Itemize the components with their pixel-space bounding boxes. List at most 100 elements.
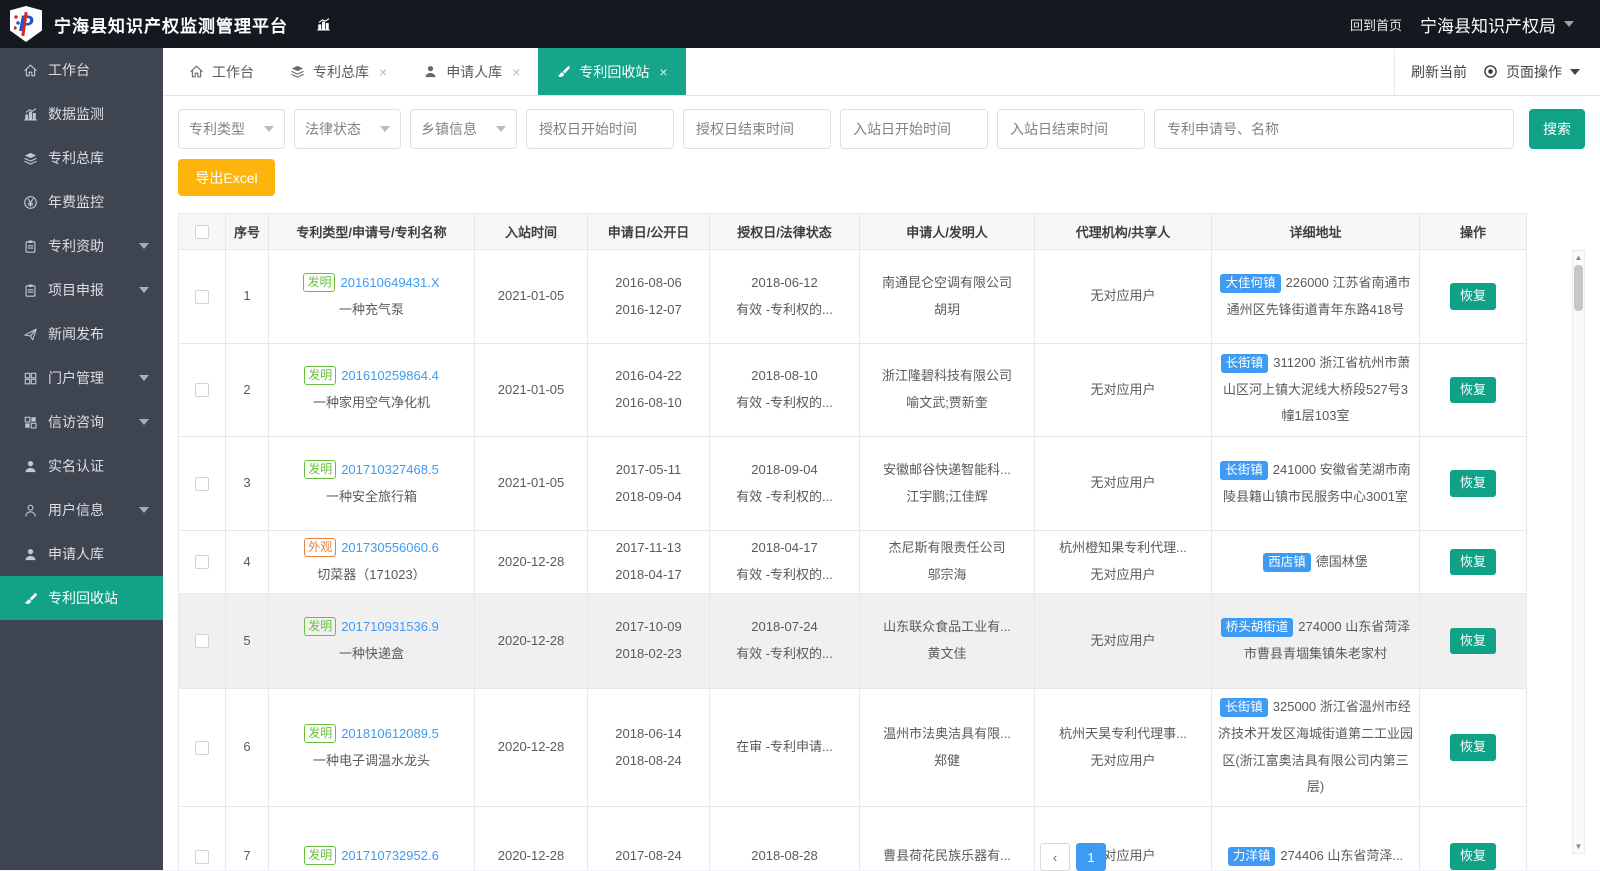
town-badge: 长街镇 [1220,460,1268,480]
row-checkbox[interactable] [195,476,209,491]
sidebar-item-申请人库[interactable]: 申请人库 [0,532,163,576]
restore-button[interactable]: 恢复 [1449,376,1496,404]
select-placeholder: 乡镇信息 [421,121,477,137]
refresh-current-button[interactable]: 刷新当前 [1411,62,1467,82]
town-badge: 力洋镇 [1227,847,1276,867]
pagination-page-button[interactable]: 1 [1076,843,1106,871]
chevron-down-icon [1564,21,1574,27]
restore-button[interactable]: 恢复 [1449,283,1496,310]
pagination: ‹ 1 [1040,843,1106,871]
patent-name: 切菜器（171023） [317,567,426,582]
grant-status-cell: 2018-06-12 有效 -专利权的... [709,249,860,344]
filter-input-keyword[interactable]: 专利申请号、名称 [1154,109,1514,149]
entry-date-cell: 2021-01-05 [474,343,588,437]
checkbox-cell [178,806,226,870]
checkbox-cell [178,688,226,807]
filter-select-法律状态[interactable]: 法律状态 [294,109,401,149]
patent-number-link[interactable]: 201710327468.5 [341,462,439,477]
scroll-up-arrow-icon[interactable]: ▲ [1573,251,1584,264]
select-placeholder: 专利类型 [189,121,245,137]
sidebar-item-label: 新闻发布 [48,326,104,342]
row-checkbox[interactable] [195,383,209,398]
legal-status: 有效 -专利权的... [736,488,833,504]
send-icon [23,327,38,342]
tab-专利总库[interactable]: 专利总库 × [272,48,405,95]
filter-input-授权日开始时间[interactable]: 授权日开始时间 [526,109,674,149]
select-all-checkbox[interactable] [195,225,209,240]
scrollbar-thumb[interactable] [1574,265,1583,311]
table-scrollbar[interactable]: ▲ ▼ [1572,250,1585,854]
restore-button[interactable]: 恢复 [1449,734,1496,761]
column-header: 操作 [1419,213,1527,250]
filter-input-入站日结束时间[interactable]: 入站日结束时间 [997,109,1145,149]
close-icon[interactable]: × [512,64,520,80]
tab-工作台[interactable]: 工作台 [171,48,272,95]
page-operations-menu[interactable]: 页面操作 [1483,62,1580,82]
action-cell: 恢复 [1419,593,1527,689]
sidebar-item-label: 项目申报 [48,282,104,298]
radio-dot-icon [1483,64,1498,79]
tab-专利回收站[interactable]: 专利回收站 × [538,48,686,95]
address-cell: 桥头胡街道 274000 山东省菏泽市曹县青堌集镇朱老家村 [1211,593,1420,689]
sidebar-item-label: 实名认证 [48,458,104,474]
table-row: 6 发明 201810612089.5 一种电子调温水龙头 2020-12-28 2018… [178,688,1527,807]
filter-select-乡镇信息[interactable]: 乡镇信息 [410,109,517,149]
row-checkbox[interactable] [195,849,209,864]
grant-status-cell: 2018-08-28 [709,806,860,870]
sidebar-item-实名认证[interactable]: 实名认证 [0,444,163,488]
action-cell: 恢复 [1419,806,1527,870]
sidebar-item-数据监测[interactable]: 数据监测 [0,92,163,136]
sidebar-item-门户管理[interactable]: 门户管理 [0,356,163,400]
back-to-home-link[interactable]: 回到首页 [1350,15,1402,34]
row-checkbox[interactable] [195,555,209,570]
row-checkbox[interactable] [195,289,209,304]
filter-select-专利类型[interactable]: 专利类型 [178,109,285,149]
patent-type-badge: 发明 [304,366,337,386]
brush-icon [23,591,38,606]
export-excel-button[interactable]: 导出Excel [178,159,275,196]
sidebar-item-label: 工作台 [48,62,90,78]
filter-input-入站日开始时间[interactable]: 入站日开始时间 [840,109,988,149]
inventor: 邬宗海 [927,567,967,582]
patent-number-link[interactable]: 201810612089.5 [341,726,439,741]
sidebar-item-新闻发布[interactable]: 新闻发布 [0,312,163,356]
apply-date: 2017-08-24 [615,848,682,864]
publish-date: 2016-12-07 [615,301,682,317]
town-badge: 西店镇 [1263,552,1311,572]
sidebar-item-专利资助[interactable]: 专利资助 [0,224,163,268]
user-menu[interactable]: 宁海县知识产权局 [1420,12,1574,37]
layers-icon [290,64,305,79]
restore-button[interactable]: 恢复 [1449,843,1496,870]
patent-number-link[interactable]: 201730556060.6 [341,540,439,555]
tab-申请人库[interactable]: 申请人库 × [405,48,538,95]
sidebar-item-工作台[interactable]: 工作台 [0,48,163,92]
patent-number-link[interactable]: 201610259864.4 [341,368,439,383]
patent-number-link[interactable]: 201610649431.X [340,275,439,290]
sidebar-item-信访咨询[interactable]: 信访咨询 [0,400,163,444]
sidebar-item-年费监控[interactable]: 年费监控 [0,180,163,224]
apply-date: 2016-04-22 [615,368,682,384]
restore-button[interactable]: 恢复 [1449,548,1496,576]
filter-input-授权日结束时间[interactable]: 授权日结束时间 [683,109,831,149]
pagination-prev-button[interactable]: ‹ [1040,843,1070,871]
patent-type-badge: 外观 [304,538,337,558]
sidebar-item-项目申报[interactable]: 项目申报 [0,268,163,312]
sidebar-item-专利回收站[interactable]: 专利回收站 [0,576,163,620]
close-icon[interactable]: × [379,64,387,80]
index-cell: 1 [225,249,269,344]
row-checkbox[interactable] [195,634,209,649]
applicant-cell: 山东联众食品工业有... 黄文佳 [859,593,1035,689]
search-button[interactable]: 搜索 [1529,109,1585,149]
restore-button[interactable]: 恢复 [1449,470,1496,497]
column-header: 专利类型/申请号/专利名称 [268,213,475,250]
sidebar-item-专利总库[interactable]: 专利总库 [0,136,163,180]
patent-number-link[interactable]: 201710732952.6 [341,848,439,863]
patent-number-link[interactable]: 201710931536.9 [341,619,439,634]
close-icon[interactable]: × [659,64,667,80]
restore-button[interactable]: 恢复 [1449,627,1496,655]
scroll-down-arrow-icon[interactable]: ▼ [1573,840,1584,853]
sidebar-item-用户信息[interactable]: 用户信息 [0,488,163,532]
grant-date: 2018-07-24 [751,619,818,635]
row-checkbox[interactable] [195,740,209,755]
action-cell: 恢复 [1419,249,1527,344]
